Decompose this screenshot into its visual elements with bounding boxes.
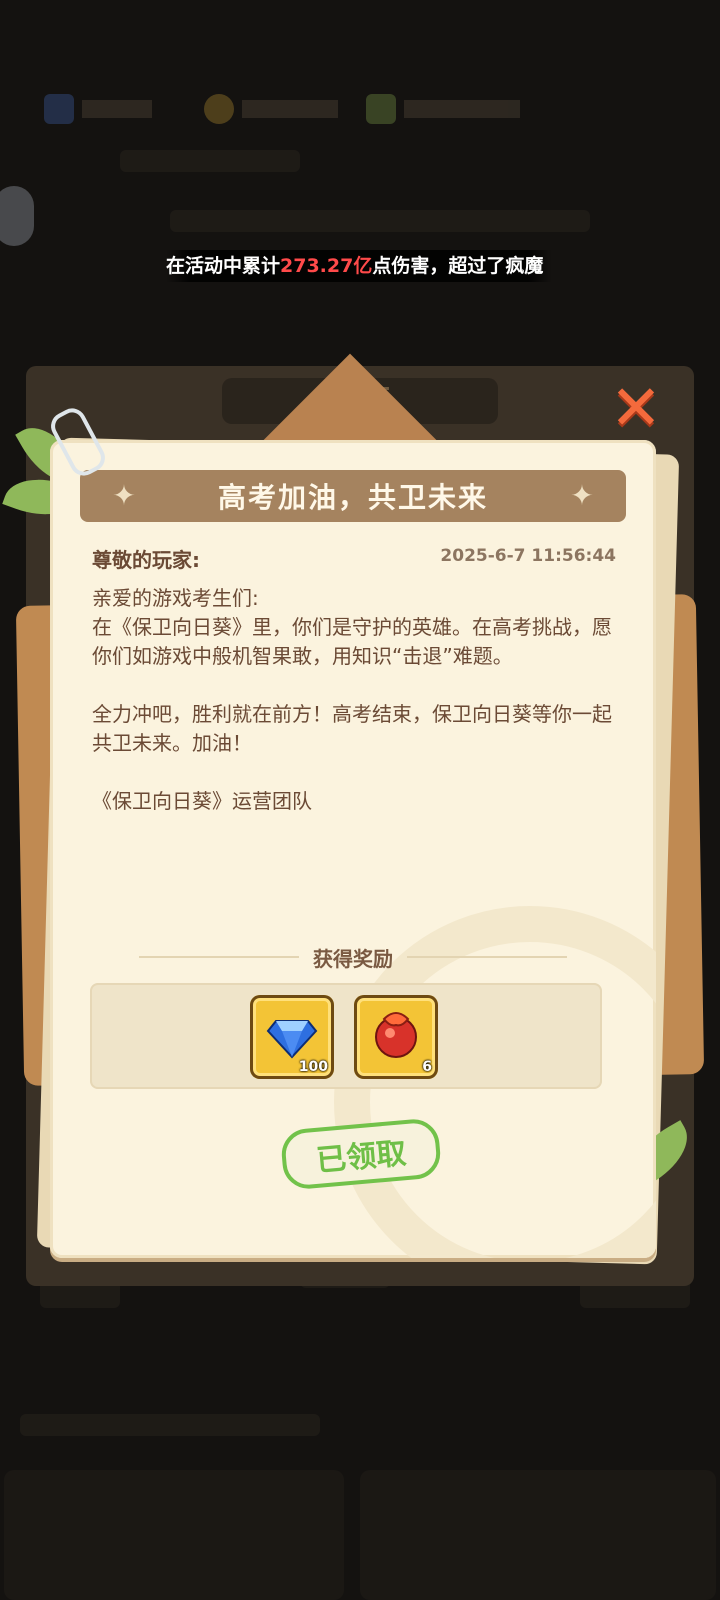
mail-letter: ✦ 高考加油，共卫未来 ✦ 尊敬的玩家: 2025-6-7 11:56:44 亲… (50, 440, 656, 1258)
background-text-line (170, 210, 590, 232)
background-resource-3 (366, 92, 520, 126)
reward-count: 6 (422, 1059, 432, 1075)
diamond-icon (266, 1020, 318, 1059)
sparkle-icon: ✦ (570, 479, 594, 512)
mail-title: 高考加油，共卫未来 (217, 481, 488, 514)
damage-ticker: 在活动中累计273.27亿点伤害，超过了疯魔 (166, 250, 552, 282)
mail-greeting: 尊敬的玩家: (92, 548, 200, 572)
close-button[interactable]: ✕ (608, 377, 664, 439)
background-card (360, 1470, 716, 1600)
mail-timestamp: 2025-6-7 11:56:44 (440, 546, 616, 566)
sparkle-icon: ✦ (112, 479, 136, 512)
reward-item-flower[interactable]: 6 (354, 995, 438, 1079)
reward-list: 100 6 (90, 983, 602, 1089)
background-text-line (120, 150, 300, 172)
background-text-line (20, 1414, 320, 1436)
reward-header-label: 获得奖励 (313, 946, 393, 971)
mail-title-banner: ✦ 高考加油，共卫未来 ✦ (80, 470, 626, 522)
background-resource-1 (44, 92, 152, 126)
background-avatar (0, 186, 34, 246)
background-resource-2 (204, 92, 338, 126)
reward-header: 获得奖励 (50, 940, 656, 974)
mail-body: 亲爱的游戏考生们: 在《保卫向日葵》里，你们是守护的英雄。在高考挑战，愿你们如游… (92, 586, 612, 813)
reward-count: 100 (298, 1059, 328, 1075)
ticker-highlight: 273.27亿 (280, 255, 373, 277)
divider (139, 956, 299, 958)
red-flower-icon (375, 1012, 417, 1058)
divider (407, 956, 567, 958)
background-card (4, 1470, 344, 1600)
reward-item-diamond[interactable]: 100 (250, 995, 334, 1079)
ticker-suffix: 点伤害，超过了疯魔 (372, 255, 544, 277)
ticker-prefix: 在活动中累计 (166, 255, 281, 277)
